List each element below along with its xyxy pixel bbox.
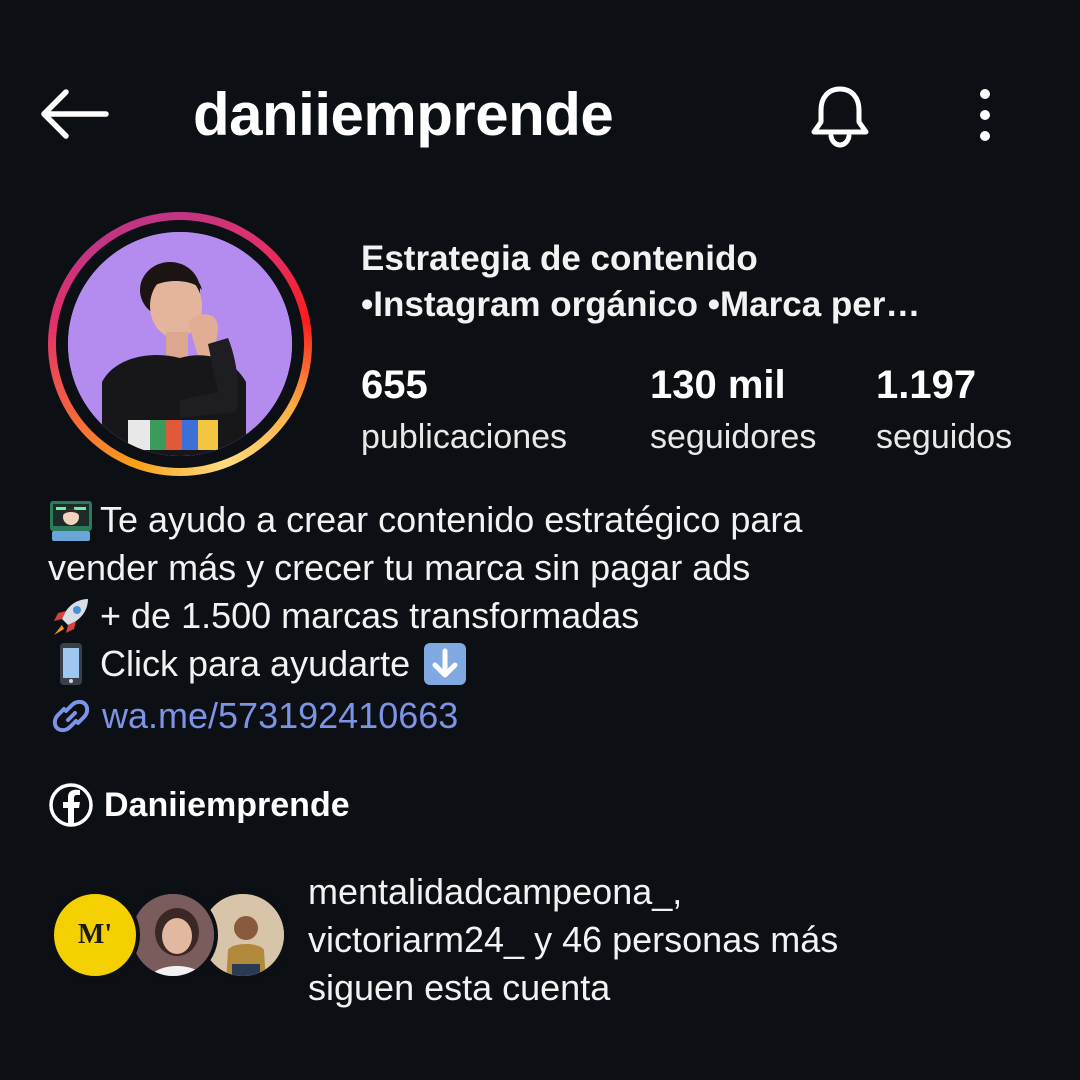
- mutual-avatar-badge: M': [77, 919, 113, 950]
- profile-category: Estrategia de contenido •Instagram orgán…: [361, 236, 1041, 328]
- rocket-emoji-icon: [48, 593, 94, 639]
- followers-stat[interactable]: 130 mil seguidores: [650, 360, 816, 457]
- mutual-avatar-1: M': [50, 890, 140, 980]
- bio-line-3: + de 1.500 marcas transformadas: [48, 592, 1048, 640]
- technologist-emoji-icon: [48, 497, 94, 543]
- posts-stat[interactable]: 655 publicaciones: [361, 360, 567, 457]
- notifications-button[interactable]: [806, 82, 874, 150]
- bio-line-2: vender más y crecer tu marca sin pagar a…: [48, 544, 1048, 592]
- mobile-phone-emoji-icon: [48, 641, 94, 687]
- mutual-avatar-2: [128, 890, 218, 980]
- story-ring[interactable]: [48, 212, 312, 476]
- facebook-link[interactable]: Daniiemprende: [48, 782, 350, 828]
- posts-label: publicaciones: [361, 418, 568, 456]
- following-stat[interactable]: 1.197 seguidos: [876, 360, 1012, 457]
- arrow-left-icon: [41, 89, 109, 139]
- mutual-line-2: victoriarm24_ y 46 personas más: [308, 919, 839, 960]
- profile-username: daniiemprende: [193, 81, 614, 148]
- following-label: seguidos: [876, 418, 1013, 456]
- following-count: 1.197: [876, 363, 977, 407]
- followers-count: 130 mil: [650, 363, 786, 407]
- bell-icon: [811, 86, 869, 148]
- followers-label: seguidores: [650, 418, 817, 456]
- profile-avatar[interactable]: [68, 232, 292, 456]
- bio-line-2-text: vender más y crecer tu marca sin pagar a…: [48, 547, 751, 588]
- category-line-2: •Instagram orgánico •Marca per…: [361, 285, 921, 324]
- category-line-1: Estrategia de contenido: [361, 239, 758, 278]
- mutual-line-1: mentalidadcampeona_,: [308, 871, 683, 912]
- link-icon: [48, 693, 96, 739]
- profile-photo: [68, 232, 292, 456]
- bio-link[interactable]: wa.me/573192410663: [48, 692, 1048, 740]
- bio-line-1-text: Te ayudo a crear contenido estratégico p…: [100, 499, 803, 540]
- down-arrow-emoji-icon: [422, 641, 468, 687]
- bio-line-3-text: + de 1.500 marcas transformadas: [100, 595, 640, 636]
- facebook-name: Daniiemprende: [104, 785, 350, 824]
- mutual-line-3: siguen esta cuenta: [308, 967, 611, 1008]
- more-vertical-icon: [980, 89, 990, 141]
- back-button[interactable]: [36, 86, 110, 142]
- mutual-followers-text: mentalidadcampeona_, victoriarm24_ y 46 …: [308, 868, 838, 1012]
- facebook-icon: [49, 783, 93, 827]
- bio-line-1: Te ayudo a crear contenido estratégico p…: [48, 496, 1048, 544]
- mutual-followers[interactable]: M' mentalidadcampeona_, victoriarm24_ y …: [50, 868, 1050, 1008]
- profile-header: daniiemprende: [0, 0, 1080, 230]
- bio-line-4: Click para ayudarte: [48, 640, 1048, 688]
- posts-count: 655: [361, 363, 428, 407]
- profile-bio: Te ayudo a crear contenido estratégico p…: [48, 496, 1048, 740]
- bio-line-4-text: Click para ayudarte: [100, 643, 411, 684]
- bio-link-text: wa.me/573192410663: [102, 695, 459, 736]
- more-options-button[interactable]: [968, 86, 1002, 146]
